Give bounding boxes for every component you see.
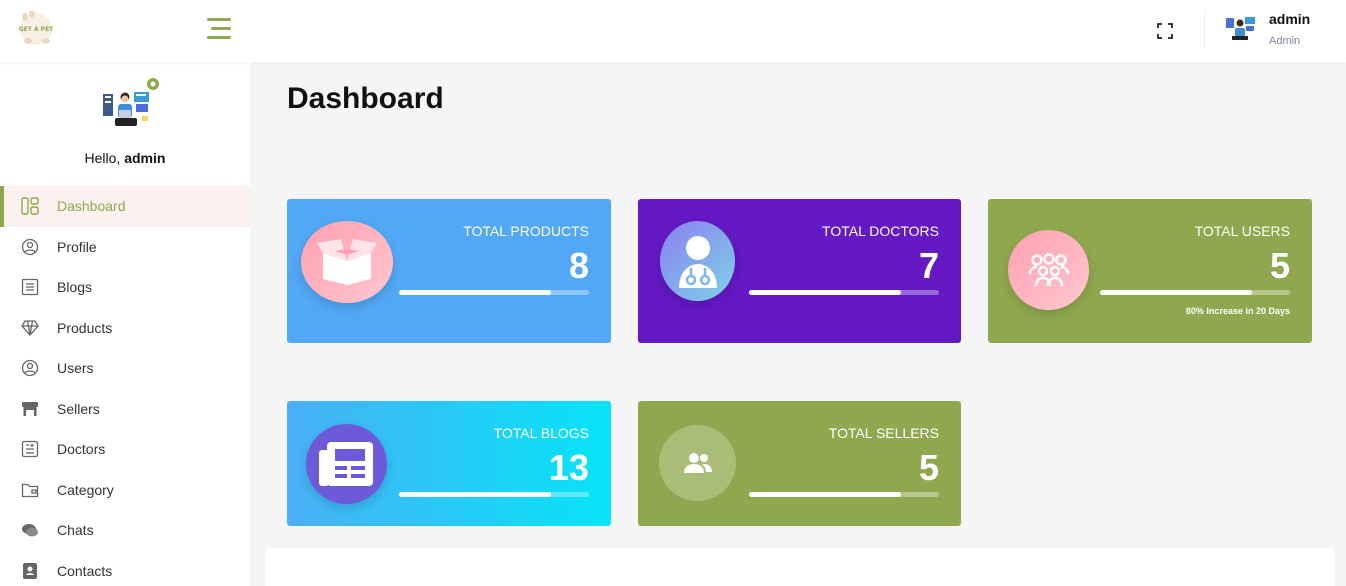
gear-icon <box>147 78 159 90</box>
sidebar-item-label: Sellers <box>57 400 100 417</box>
chat-icon <box>21 521 39 539</box>
sidebar-item-label: Users <box>57 360 94 377</box>
hamburger-line <box>207 36 231 39</box>
greeting-name: admin <box>124 150 166 166</box>
top-bar: GET A PET admin Admin <box>0 0 1346 62</box>
stat-card-doctors[interactable]: TOTAL DOCTORS 7 <box>638 199 961 343</box>
card-value: 8 <box>568 245 589 286</box>
sidebar-item-label: Contacts <box>57 562 113 579</box>
card-value: 5 <box>1269 245 1290 286</box>
page-title: Dashboard <box>287 82 444 115</box>
sidebar-item-profile[interactable]: Profile <box>0 227 250 268</box>
card-title: TOTAL SELLERS <box>828 425 939 441</box>
sidebar-item-products[interactable]: Products <box>0 308 250 349</box>
card-value: 5 <box>918 447 939 488</box>
stat-card-users[interactable]: TOTAL USERS 5 80% Increase in 20 Days <box>988 199 1312 343</box>
user-avatar[interactable] <box>1225 14 1257 44</box>
sidebar-item-sellers[interactable]: Sellers <box>0 389 250 430</box>
users-icon <box>21 359 39 377</box>
greeting-prefix: Hello, <box>84 150 121 166</box>
blogs-icon <box>21 278 39 296</box>
sidebar-item-blogs[interactable]: Blogs <box>0 267 250 308</box>
card-note: 80% Increase in 20 Days <box>1185 306 1290 316</box>
sidebar-item-contacts[interactable]: Contacts <box>0 551 250 586</box>
dashboard-icon <box>21 197 39 215</box>
group-icon <box>1008 230 1089 310</box>
progress-bar-fill <box>399 290 551 295</box>
sidebar-item-dashboard[interactable]: Dashboard <box>0 186 250 227</box>
profile-icon <box>21 238 39 256</box>
menu-toggle-button[interactable] <box>207 18 231 40</box>
contacts-icon <box>21 562 39 580</box>
sidebar-item-label: Blogs <box>57 279 93 296</box>
progress-bar <box>399 492 589 497</box>
sidebar-item-label: Doctors <box>57 441 106 458</box>
sidebar-item-label: Dashboard <box>57 198 126 215</box>
sidebar-nav: Dashboard Profile Blogs Products Users S… <box>0 186 250 586</box>
fullscreen-icon[interactable] <box>1157 23 1173 39</box>
doctors-icon <box>21 440 39 458</box>
progress-bar-fill <box>749 290 901 295</box>
sidebar-item-chats[interactable]: Chats <box>0 510 250 551</box>
box-icon <box>301 221 393 303</box>
sidebar-item-category[interactable]: Category <box>0 470 250 511</box>
progress-bar-fill <box>399 492 551 497</box>
progress-bar-fill <box>1100 290 1252 295</box>
stat-card-blogs[interactable]: TOTAL BLOGS 13 <box>287 401 611 526</box>
header-user-name[interactable]: admin <box>1269 11 1310 27</box>
newspaper-icon <box>306 424 387 504</box>
logo-text: GET A PET <box>18 26 54 33</box>
sidebar-item-label: Chats <box>57 522 94 539</box>
store-icon <box>21 400 39 418</box>
card-title: TOTAL PRODUCTS <box>463 223 589 239</box>
sidebar-item-label: Products <box>57 319 113 336</box>
progress-bar <box>749 492 939 497</box>
content-panel <box>265 548 1335 586</box>
header-user-role: Admin <box>1269 35 1301 47</box>
sidebar-item-label: Category <box>57 481 114 498</box>
card-title: TOTAL BLOGS <box>493 425 589 441</box>
hamburger-line <box>207 18 231 21</box>
card-value: 7 <box>918 245 939 286</box>
logo[interactable]: GET A PET <box>16 10 56 48</box>
sidebar-greeting: Hello, admin <box>0 150 250 166</box>
card-value: 13 <box>548 447 589 488</box>
progress-bar <box>1100 290 1290 295</box>
diamond-icon <box>21 319 39 337</box>
sidebar-item-users[interactable]: Users <box>0 348 250 389</box>
card-title: TOTAL DOCTORS <box>822 223 939 239</box>
hamburger-line <box>211 27 231 30</box>
stat-card-products[interactable]: TOTAL PRODUCTS 8 <box>287 199 611 343</box>
folder-icon <box>21 481 39 499</box>
progress-bar <box>399 290 589 295</box>
sellers-icon <box>659 425 736 501</box>
sidebar-avatar <box>98 74 164 132</box>
sidebar: Hello, admin Dashboard Profile Blogs Pro… <box>0 62 250 586</box>
sidebar-item-label: Profile <box>57 238 97 255</box>
progress-bar <box>749 290 939 295</box>
progress-bar-fill <box>749 492 901 497</box>
header-divider <box>1204 10 1205 48</box>
stat-card-sellers[interactable]: TOTAL SELLERS 5 <box>638 401 961 526</box>
sidebar-item-doctors[interactable]: Doctors <box>0 429 250 470</box>
doctor-icon <box>660 221 735 301</box>
card-title: TOTAL USERS <box>1194 223 1290 239</box>
